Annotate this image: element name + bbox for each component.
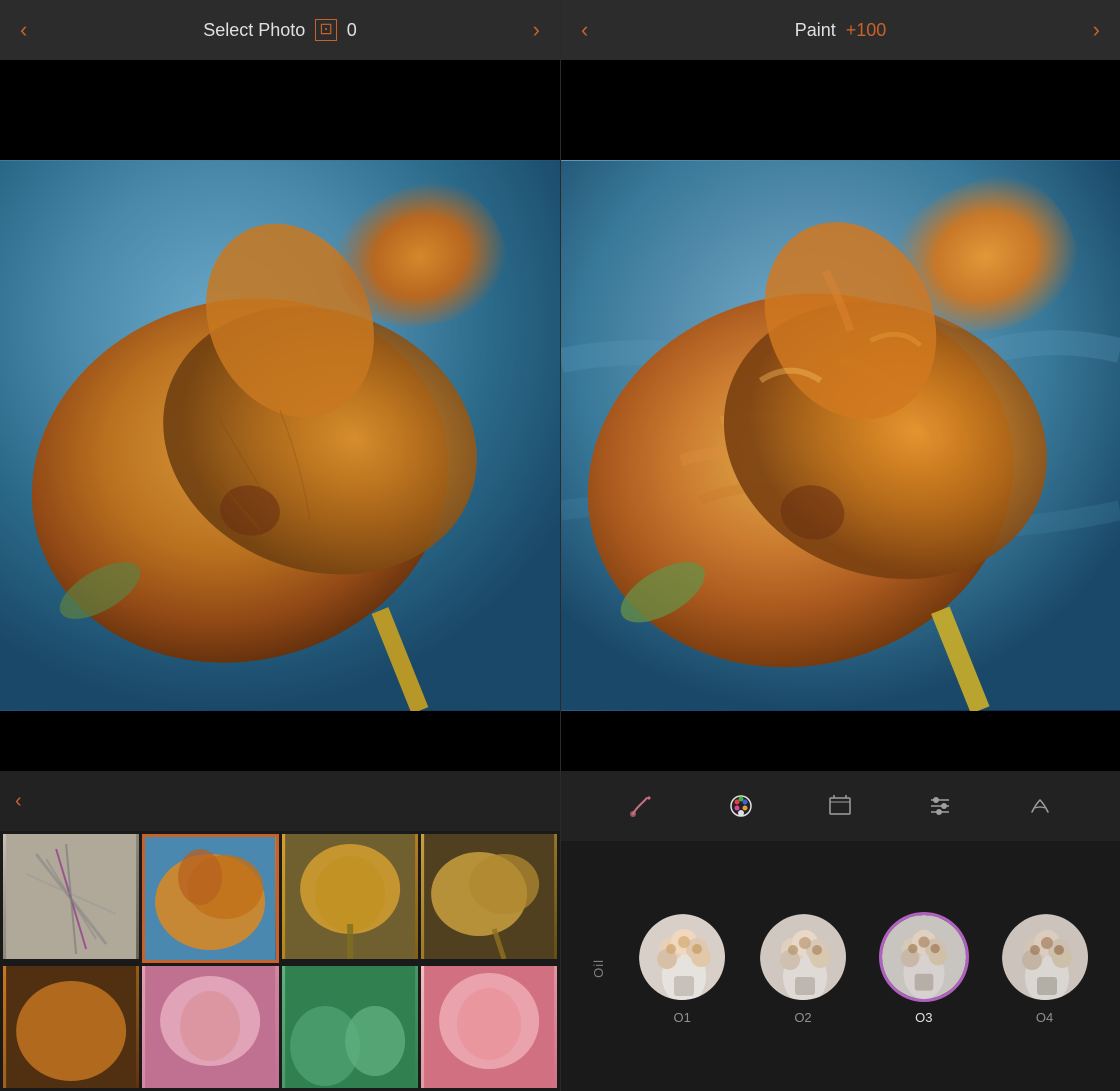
original-flower-svg (0, 160, 560, 711)
paint-value: +100 (846, 20, 887, 41)
adjustments-tool[interactable] (920, 786, 960, 826)
thumbnail-item-2[interactable] (142, 834, 278, 963)
thumbnail-grid (0, 831, 560, 1091)
crop-icon[interactable]: ⊡ (315, 19, 336, 41)
paint-label: Paint (795, 20, 836, 41)
palette-tool[interactable] (721, 786, 761, 826)
right-back-arrow[interactable]: ‹ (581, 17, 588, 43)
right-main-image (561, 160, 1120, 711)
filter-circle-O4[interactable] (1000, 912, 1090, 1002)
filter-circle-O2[interactable] (758, 912, 848, 1002)
right-forward-arrow[interactable]: › (1093, 17, 1100, 43)
original-photo (0, 160, 560, 711)
right-bottom-black-bar (561, 711, 1120, 771)
thumbnail-item-3[interactable] (282, 834, 418, 963)
filter-item-O1[interactable]: O1 (637, 912, 727, 1025)
painted-photo (561, 160, 1120, 711)
filter-label-O3: O3 (915, 1010, 932, 1025)
right-header-title: Paint +100 (795, 20, 887, 41)
thumbnail-area: ‹ (0, 771, 560, 1091)
filter-circle-O3[interactable] (879, 912, 969, 1002)
filter-item-O2[interactable]: O2 (758, 912, 848, 1025)
right-header: ‹ Paint +100 › (561, 0, 1120, 60)
left-forward-arrow[interactable]: › (533, 17, 540, 43)
thumbnail-item-5[interactable] (3, 966, 139, 1089)
thumbnail-back-arrow[interactable]: ‹ (15, 790, 22, 813)
brush-tool[interactable] (621, 786, 661, 826)
filter-label-O1: O1 (674, 1010, 691, 1025)
thumbnail-item-8[interactable] (421, 966, 557, 1089)
thumbnail-item-7[interactable] (282, 966, 418, 1089)
tools-bar (561, 771, 1120, 841)
oil-section-label: Oil (591, 959, 606, 978)
thumbnail-item-6[interactable] (142, 966, 278, 1089)
filter-label-O2: O2 (794, 1010, 811, 1025)
left-main-image (0, 160, 560, 711)
filter-label-O4: O4 (1036, 1010, 1053, 1025)
right-panel: ‹ Paint +100 › (560, 0, 1120, 1091)
thumbnail-item-1[interactable] (3, 834, 139, 963)
left-bottom-black-bar (0, 711, 560, 771)
text-tool[interactable] (1020, 786, 1060, 826)
filter-item-O3[interactable]: O3 (879, 912, 969, 1025)
left-panel: ‹ Select Photo ⊡ 0 › (0, 0, 560, 1091)
left-back-arrow[interactable]: ‹ (20, 17, 27, 43)
select-photo-value: 0 (347, 20, 357, 41)
thumbnail-item-4[interactable] (421, 834, 557, 963)
filter-row: Oil (561, 841, 1120, 1091)
filter-item-O4[interactable]: O4 (1000, 912, 1090, 1025)
thumbnail-top-bar: ‹ (0, 771, 560, 831)
left-top-black-bar (0, 60, 560, 160)
select-photo-label: Select Photo (203, 20, 305, 41)
canvas-tool[interactable] (820, 786, 860, 826)
painted-flower-svg (561, 160, 1120, 711)
right-top-black-bar (561, 60, 1120, 160)
filter-circle-O1[interactable] (637, 912, 727, 1002)
left-header: ‹ Select Photo ⊡ 0 › (0, 0, 560, 60)
right-bottom-controls: Oil (561, 771, 1120, 1091)
left-header-title: Select Photo ⊡ 0 (203, 19, 357, 41)
